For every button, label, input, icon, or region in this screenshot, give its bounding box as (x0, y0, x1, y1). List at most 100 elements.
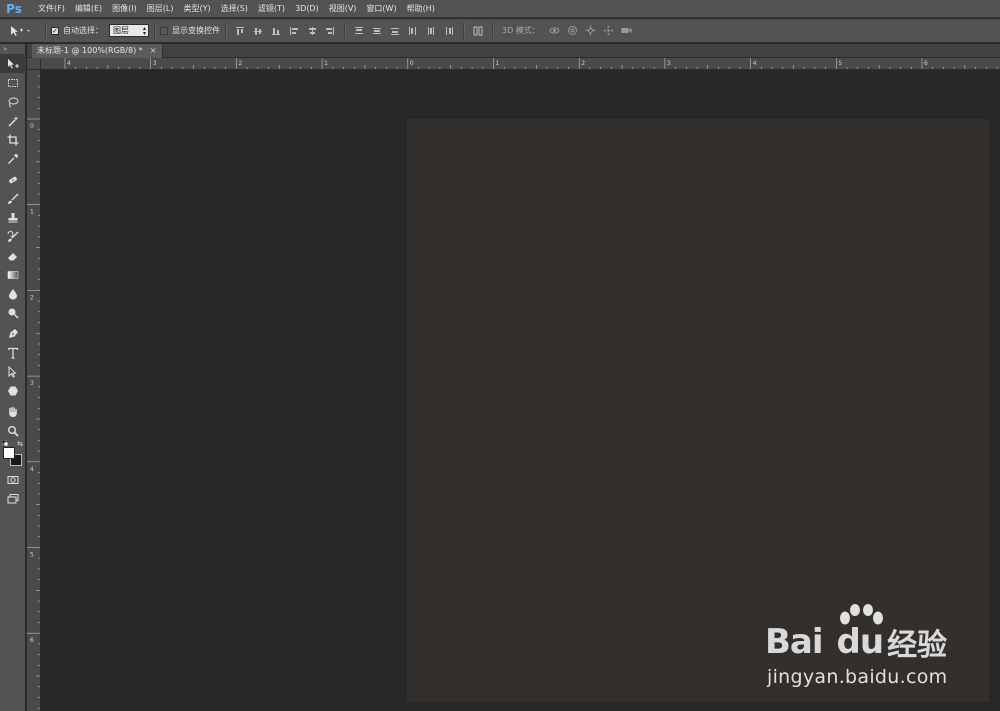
swap-colors-icon[interactable]: ⇆ (17, 440, 23, 448)
ruler-label: 1 (496, 60, 500, 67)
menu-view[interactable]: 视图(V) (324, 0, 362, 18)
three-d-slide-button[interactable] (601, 24, 617, 38)
distribute-bottom-icon (391, 27, 399, 35)
magnifier-icon (8, 425, 19, 437)
ruler-label: 4 (67, 60, 71, 67)
rotate-3d-icon (549, 27, 560, 34)
quick-select-tool[interactable] (0, 111, 26, 130)
menu-select[interactable]: 选择(S) (216, 0, 253, 18)
brush-tool[interactable] (0, 189, 26, 208)
auto-select-checkbox[interactable]: ✓ (51, 26, 59, 35)
tool-preset-picker[interactable] (0, 19, 40, 43)
move-tool-icon (11, 25, 30, 36)
gradient-tool[interactable] (0, 265, 26, 284)
align-top-button[interactable] (233, 24, 247, 38)
auto-align-button[interactable] (471, 24, 485, 38)
three-d-rotate-button[interactable] (547, 24, 563, 38)
three-d-drag-button[interactable] (583, 24, 599, 38)
ruler-label: 6 (30, 637, 34, 644)
gradient-icon (7, 270, 19, 279)
crop-tool[interactable] (0, 130, 26, 149)
ruler-label: 4 (753, 60, 757, 67)
eyedropper-icon (8, 153, 18, 164)
align-right-button[interactable] (323, 24, 337, 38)
quick-mask-button[interactable] (0, 470, 26, 489)
screen-mode-button[interactable] (0, 489, 26, 508)
distribute-right-button[interactable] (442, 24, 456, 38)
align-vcenter-button[interactable] (251, 24, 265, 38)
zoom-tool[interactable] (0, 421, 26, 440)
dropdown-arrows-icon: ▴ ▾ (142, 24, 146, 37)
history-brush-icon (7, 230, 19, 242)
hand-icon (9, 406, 17, 417)
ruler-label: 2 (238, 60, 242, 67)
hand-tool[interactable] (0, 402, 26, 421)
type-tool[interactable] (0, 343, 26, 362)
distribute-left-icon (409, 26, 416, 35)
lasso-tool[interactable] (0, 92, 26, 111)
distribute-top-button[interactable] (352, 24, 366, 38)
ruler-label: 0 (410, 60, 414, 67)
align-bottom-button[interactable] (269, 24, 283, 38)
photoshop-window: Ps 文件(F) 编辑(E) 图像(I) 图层(L) 类型(Y) 选择(S) 滤… (0, 0, 1000, 711)
align-bottom-icon (272, 27, 280, 35)
close-tab-icon[interactable]: × (150, 44, 157, 58)
watermark-url: jingyan.baidu.com (767, 666, 948, 688)
separator (225, 22, 226, 39)
ruler-label: 2 (581, 60, 585, 67)
menu-filter[interactable]: 滤镜(T) (253, 0, 290, 18)
separator (344, 22, 345, 39)
dodge-tool[interactable] (0, 303, 26, 322)
distribute-top-icon (355, 26, 363, 34)
show-transform-checkbox[interactable] (160, 26, 168, 35)
pen-tool[interactable] (0, 324, 26, 343)
ruler-origin[interactable] (27, 58, 41, 70)
align-hcenter-button[interactable] (305, 24, 319, 38)
eyedropper-tool[interactable] (0, 149, 26, 168)
menu-image[interactable]: 图像(I) (107, 0, 142, 18)
menu-help[interactable]: 帮助(H) (402, 0, 440, 18)
menu-edit[interactable]: 编辑(E) (70, 0, 107, 18)
auto-select-target-dropdown[interactable]: 图层 ▴ ▾ (109, 24, 149, 37)
distribute-vcenter-button[interactable] (370, 24, 384, 38)
document-tab[interactable]: 未标题-1 @ 100%(RGB/8) * × (32, 44, 164, 58)
default-colors-icon[interactable] (2, 440, 8, 446)
align-left-button[interactable] (287, 24, 301, 38)
distribute-bottom-button[interactable] (388, 24, 402, 38)
panel-collapse-icon[interactable]: » (0, 44, 25, 54)
menu-3d[interactable]: 3D(D) (290, 0, 324, 18)
shape-tool[interactable] (0, 381, 26, 400)
eraser-icon (8, 252, 17, 260)
color-swatches: ⇆ (0, 440, 26, 470)
move-tool[interactable] (0, 54, 26, 73)
menu-file[interactable]: 文件(F) (33, 0, 70, 18)
slide-3d-icon (603, 25, 614, 36)
separator (463, 22, 464, 39)
marquee-tool[interactable] (0, 73, 26, 92)
stamp-tool[interactable] (0, 208, 26, 227)
horizontal-ruler[interactable]: 4 3 2 1 0 1 2 3 4 5 6 (41, 58, 1000, 70)
screen-mode-icon (7, 493, 19, 503)
menu-window[interactable]: 窗口(W) (361, 0, 401, 18)
healing-tool[interactable] (0, 170, 26, 189)
three-d-scale-button[interactable] (619, 24, 635, 38)
app-logo: Ps (6, 1, 22, 16)
history-brush-tool[interactable] (0, 227, 26, 246)
pen-nib-icon (9, 328, 18, 338)
watermark-brand: Bai (765, 622, 824, 662)
three-d-roll-button[interactable] (565, 24, 581, 38)
bandage-icon (8, 176, 18, 183)
watermark-cn: 经验 (887, 628, 948, 663)
eraser-tool[interactable] (0, 246, 26, 265)
blur-tool[interactable] (0, 284, 26, 303)
hexagon-shape-icon (8, 386, 18, 395)
menu-type[interactable]: 类型(Y) (178, 0, 215, 18)
menu-bar: Ps 文件(F) 编辑(E) 图像(I) 图层(L) 类型(Y) 选择(S) 滤… (0, 0, 1000, 18)
path-select-tool[interactable] (0, 362, 26, 381)
menu-layer[interactable]: 图层(L) (142, 0, 179, 18)
distribute-hcenter-button[interactable] (424, 24, 438, 38)
distribute-left-button[interactable] (406, 24, 420, 38)
vertical-ruler[interactable]: 0 1 2 3 4 5 6 (27, 70, 41, 711)
quick-mask-icon (7, 475, 19, 484)
foreground-color-swatch[interactable] (3, 447, 15, 459)
